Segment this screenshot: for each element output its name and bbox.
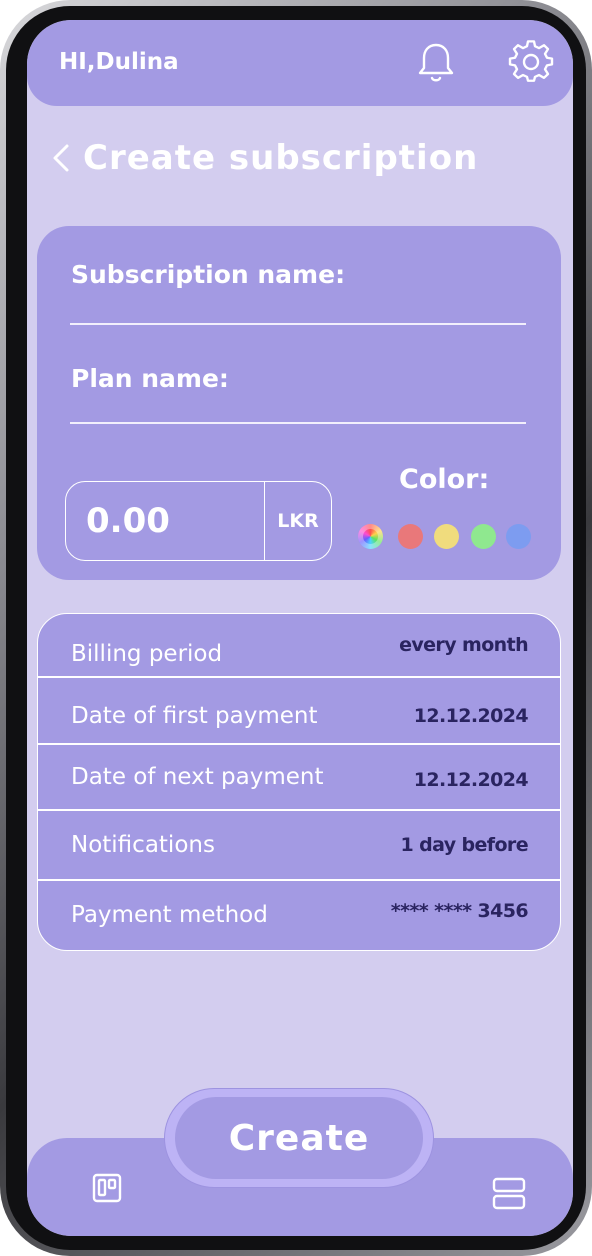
server-stack-icon[interactable] (491, 1176, 527, 1212)
billing-period-row[interactable]: Billing period every month (38, 614, 560, 676)
app-screen: HI,Dulina Create subscription Subscripti… (27, 20, 573, 1236)
payment-method-row[interactable]: Payment method **** **** 3456 (38, 880, 560, 950)
plan-name-input[interactable] (70, 422, 526, 424)
notifications-row[interactable]: Notifications 1 day before (38, 810, 560, 880)
first-payment-row[interactable]: Date of first payment 12.12.2024 (38, 677, 560, 743)
amount-field[interactable]: 0.00 LKR (65, 481, 332, 561)
chevron-left-icon[interactable] (49, 141, 75, 175)
next-payment-row[interactable]: Date of next payment 12.12.2024 (38, 744, 560, 810)
next-payment-label: Date of next payment (71, 764, 324, 790)
amount-value[interactable]: 0.00 (66, 482, 264, 560)
plan-name-label: Plan name: (71, 364, 229, 393)
gear-icon[interactable] (508, 40, 554, 84)
notifications-label: Notifications (71, 832, 215, 858)
subscription-form-card: Subscription name: Plan name: 0.00 LKR C… (37, 226, 561, 580)
yellow-color-swatch[interactable] (434, 524, 459, 549)
page-title-row[interactable]: Create subscription (49, 136, 478, 180)
payment-method-value: **** **** 3456 (390, 900, 529, 922)
green-color-swatch[interactable] (471, 524, 496, 549)
next-payment-value: 12.12.2024 (413, 769, 529, 791)
top-header: HI,Dulina (27, 20, 573, 106)
notifications-value: 1 day before (400, 834, 528, 856)
subscription-details-list: Billing period every month Date of first… (37, 613, 561, 951)
blue-color-swatch[interactable] (506, 524, 531, 549)
payment-method-label: Payment method (71, 902, 268, 928)
page-title: Create subscription (83, 138, 479, 178)
bell-icon[interactable] (415, 40, 457, 84)
red-color-swatch[interactable] (398, 524, 423, 549)
first-payment-label: Date of first payment (71, 703, 318, 729)
create-button[interactable]: Create (175, 1097, 423, 1179)
color-label: Color: (399, 464, 490, 495)
custom-color-swatch[interactable] (358, 524, 383, 549)
billing-period-value: every month (399, 634, 529, 656)
subscription-name-input[interactable] (70, 323, 526, 325)
board-icon[interactable] (91, 1172, 123, 1204)
first-payment-value: 12.12.2024 (413, 705, 529, 727)
currency-selector[interactable]: LKR (264, 482, 331, 560)
greeting-text: HI,Dulina (59, 49, 179, 75)
subscription-name-label: Subscription name: (71, 260, 346, 289)
billing-period-label: Billing period (71, 641, 223, 667)
